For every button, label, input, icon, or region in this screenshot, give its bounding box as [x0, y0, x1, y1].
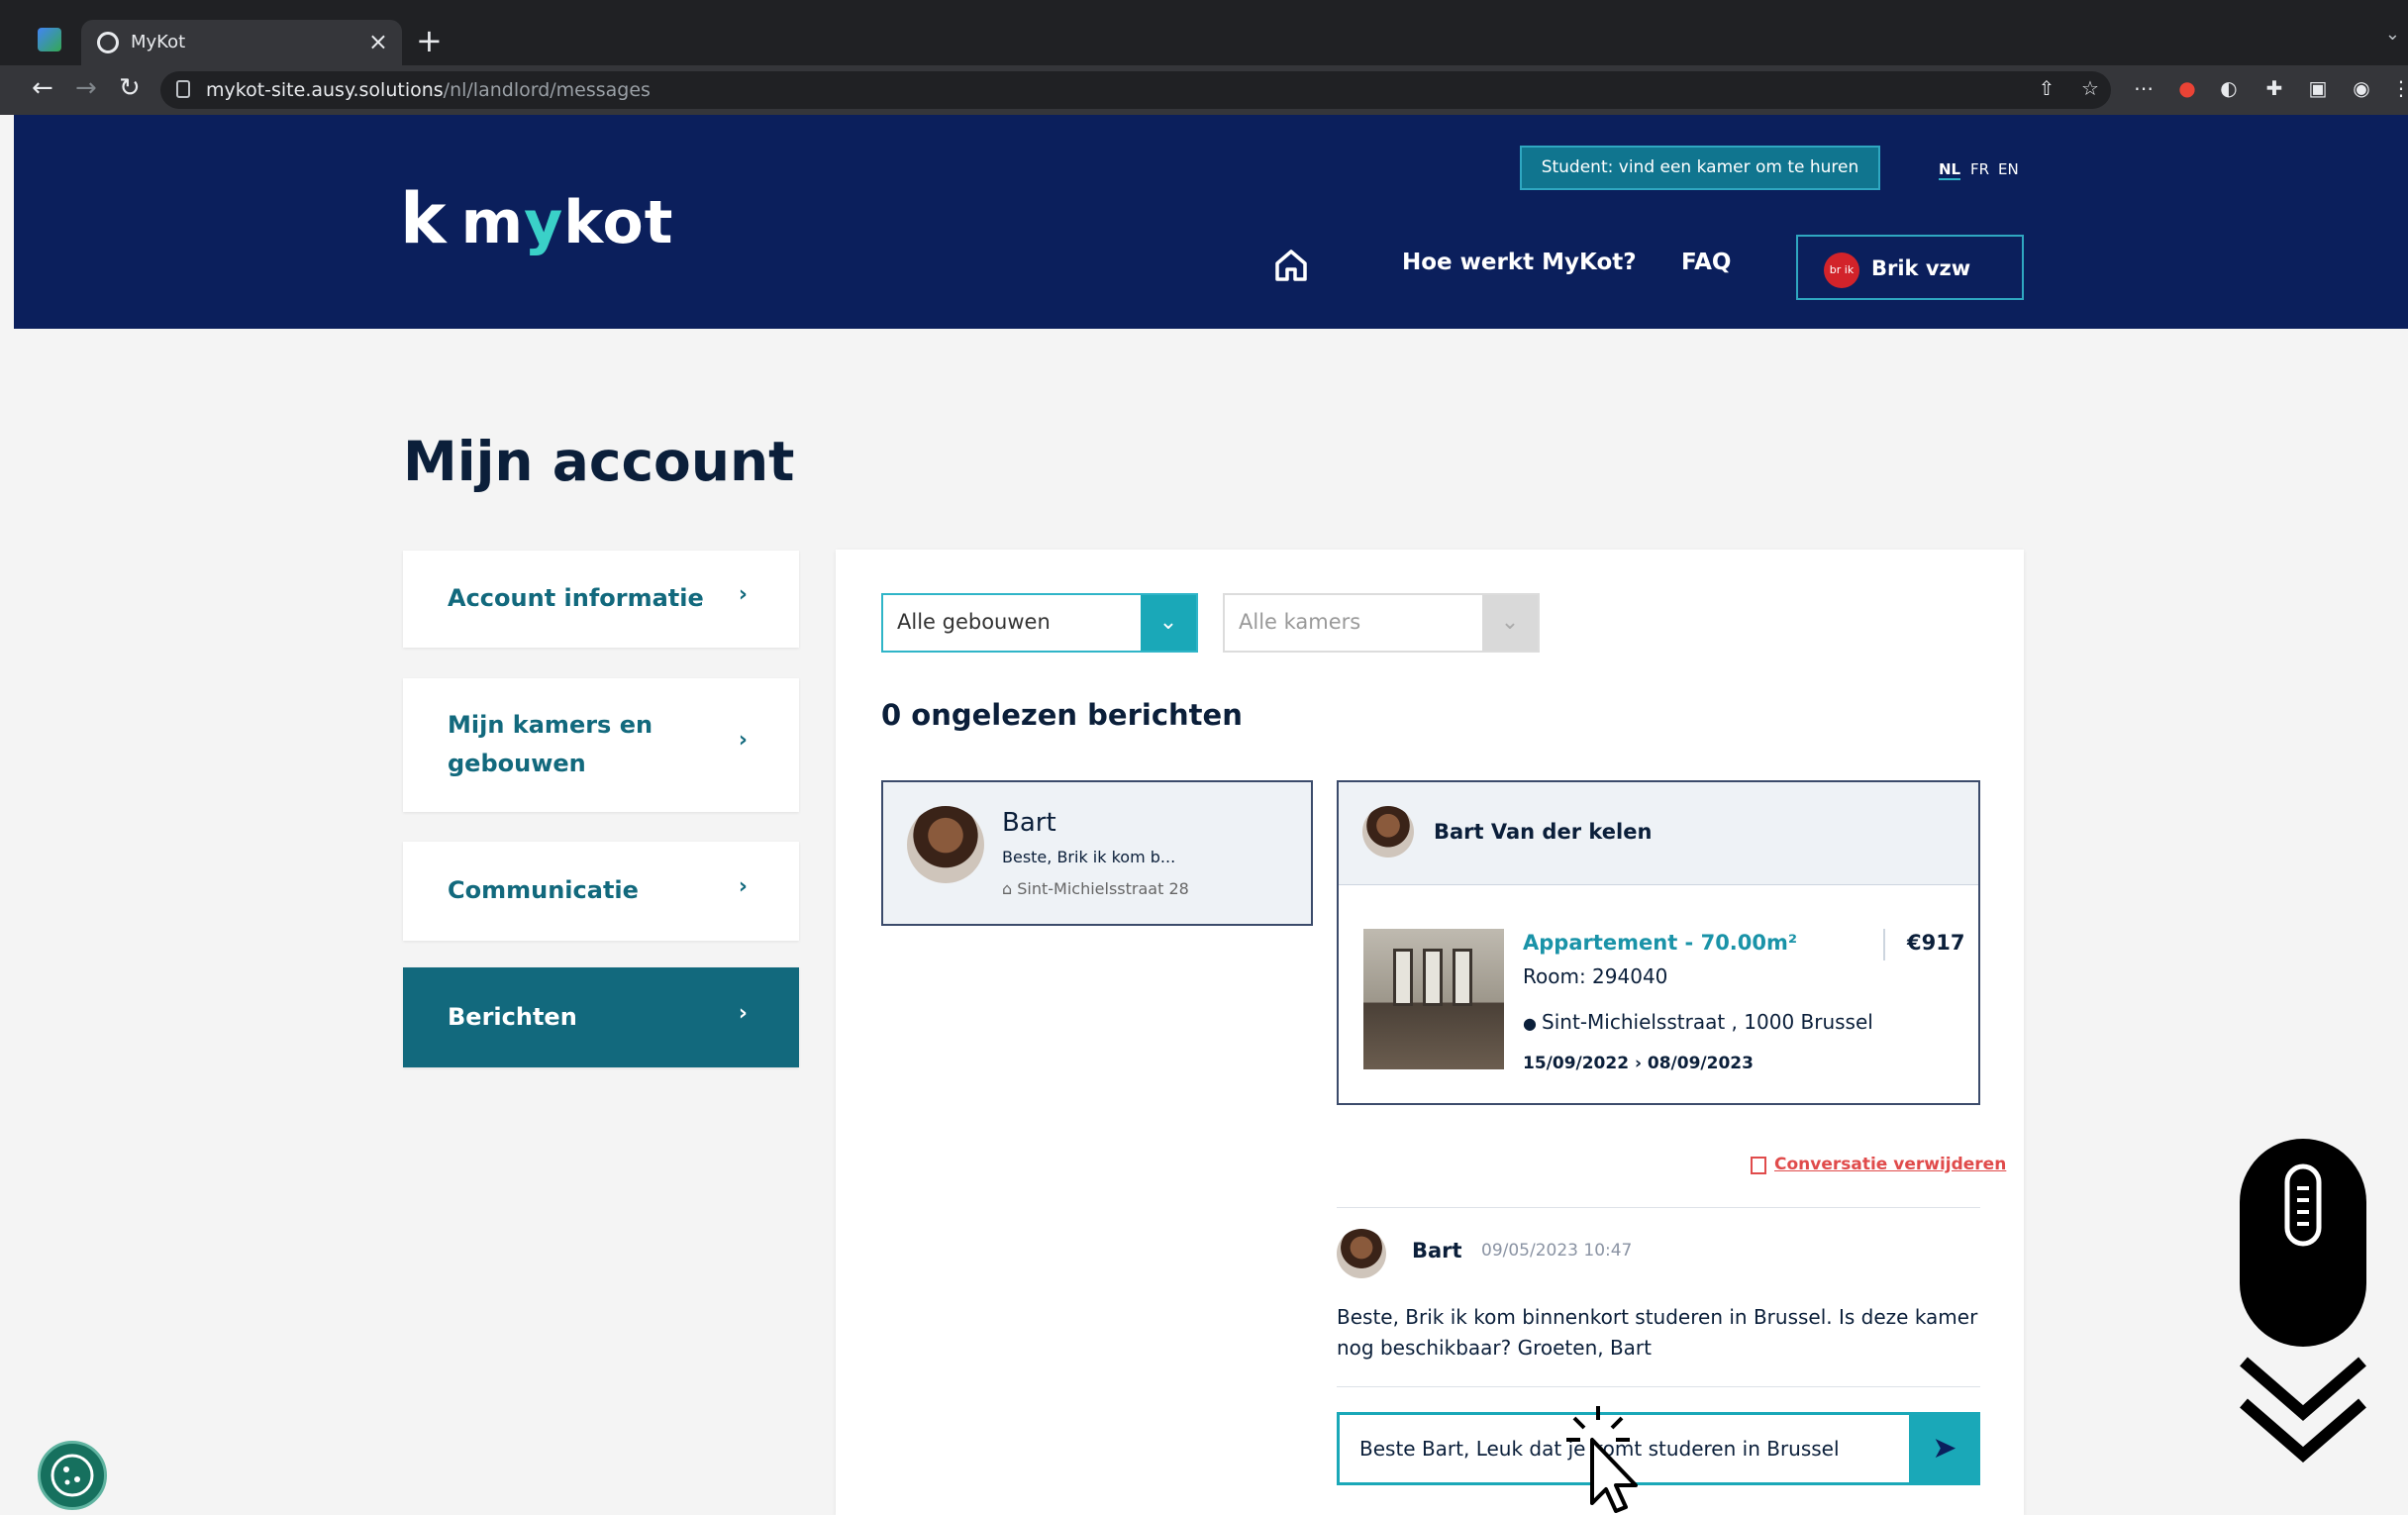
account-name: Brik vzw [1871, 256, 1971, 280]
nav-faq[interactable]: FAQ [1681, 250, 1731, 275]
room-type[interactable]: Appartement - 70.00m² [1523, 931, 1797, 955]
browser-tab[interactable]: MyKot × [81, 20, 402, 65]
browser-tab-bar: MyKot × + ⌄ [0, 0, 2408, 65]
conversation-detail-card: Bart Van der kelen Appartement - 70.00m²… [1337, 780, 1980, 1105]
messages-panel: Alle gebouwen ⌄ Alle kamers ⌄ 0 ongeleze… [836, 550, 2024, 1515]
apps-icon[interactable] [38, 28, 61, 51]
extension-record-icon[interactable]: ● [2176, 77, 2198, 99]
side-panel-icon[interactable]: ▣ [2307, 77, 2329, 99]
conversation-header: Bart Van der kelen [1339, 782, 1978, 885]
scroll-down-arrows-icon [2240, 1357, 2366, 1463]
rental-dates: 15/09/2022 › 08/09/2023 [1523, 1054, 1754, 1073]
cookie-settings-button[interactable] [38, 1441, 107, 1510]
avatar [1337, 1229, 1386, 1278]
browser-menu-icon[interactable]: ⋮ [2390, 77, 2408, 99]
mykot-logo[interactable]: k mykot [400, 178, 673, 259]
room-address: ● Sint-Michielsstraat , 1000 Brussel [1523, 1010, 1873, 1034]
extensions-puzzle-icon[interactable]: ✚ [2263, 77, 2285, 99]
chevron-right-icon: › [738, 728, 748, 753]
close-tab-icon[interactable]: × [368, 28, 388, 55]
sidebar-item-rooms-buildings[interactable]: Mijn kamers en gebouwen › [403, 678, 799, 812]
back-icon[interactable]: ← [32, 73, 53, 103]
sidebar-item-label: Berichten [448, 1003, 577, 1031]
new-tab-icon[interactable]: + [416, 22, 443, 59]
sidebar-item-messages[interactable]: Berichten › [403, 967, 799, 1067]
extension-dots-icon[interactable]: ⋯ [2133, 77, 2155, 99]
student-cta-button[interactable]: Student: vind een kamer om te huren [1520, 146, 1880, 190]
room-id: Room: 294040 [1523, 964, 1668, 988]
address-bar[interactable]: mykot-site.ausy.solutions/nl/landlord/me… [160, 71, 2111, 109]
mouse-cursor-icon [1566, 1406, 1638, 1513]
unread-count: 0 ongelezen berichten [881, 698, 1243, 732]
building-filter-value: Alle gebouwen [897, 610, 1051, 634]
trash-icon[interactable] [1751, 1157, 1766, 1174]
delete-conversation-link[interactable]: Conversatie verwijderen [1774, 1155, 2006, 1174]
chevron-down-icon[interactable]: ⌄ [1482, 595, 1538, 651]
lang-en[interactable]: EN [1998, 160, 2019, 178]
page-title: Mijn account [403, 430, 795, 493]
browser-toolbar: ← → ↻ mykot-site.ausy.solutions/nl/landl… [0, 65, 2408, 115]
avatar [1362, 806, 1414, 858]
room-price: €917 [1907, 931, 1965, 955]
mouse-scroll-icon [2240, 1139, 2366, 1347]
extension-moon-icon[interactable]: ◐ [2218, 77, 2240, 99]
lock-icon [176, 80, 190, 98]
bookmark-star-icon[interactable]: ☆ [2079, 77, 2101, 99]
home-icon[interactable] [1273, 248, 1309, 283]
sidebar-item-account-info[interactable]: Account informatie › [403, 551, 799, 648]
share-icon[interactable]: ⇧ [2036, 77, 2057, 99]
chevron-right-icon: › [738, 582, 748, 607]
chevron-right-icon: › [738, 874, 748, 899]
send-button[interactable]: ➤ [1909, 1412, 1980, 1485]
conversation-address: ⌂ Sint-Michielsstraat 28 [1002, 879, 1189, 898]
message-sender: Bart [1412, 1239, 1462, 1262]
profile-avatar-icon[interactable]: ◉ [2351, 77, 2372, 99]
location-pin-icon: ● [1523, 1014, 1543, 1033]
lang-nl[interactable]: NL [1939, 160, 1961, 180]
sidebar-item-communication[interactable]: Communicatie › [403, 842, 799, 941]
brik-logo-avatar: br ik [1824, 252, 1859, 288]
chevron-down-icon[interactable]: ⌄ [1141, 595, 1196, 651]
divider [1337, 1207, 1980, 1208]
house-icon: ⌂ [1002, 879, 1018, 898]
chevron-right-icon: › [738, 1001, 748, 1026]
message-body: Beste, Brik ik kom binnenkort studeren i… [1337, 1305, 1978, 1360]
forward-icon[interactable]: → [75, 73, 97, 103]
tab-title: MyKot [131, 32, 186, 52]
sidebar-item-label: Communicatie [448, 876, 639, 904]
conversation-preview: Beste, Brik ik kom b... [1002, 848, 1176, 866]
room-photo[interactable] [1363, 929, 1504, 1069]
room-filter-select[interactable]: Alle kamers ⌄ [1223, 593, 1540, 653]
room-filter-value: Alle kamers [1239, 610, 1361, 634]
account-button[interactable]: br ik Brik vzw [1796, 235, 2024, 300]
conversation-list-item[interactable]: Bart Beste, Brik ik kom b... ⌂ Sint-Mich… [881, 780, 1313, 926]
send-arrow-icon: ➤ [1932, 1431, 1957, 1465]
sidebar-item-label: Mijn kamers en gebouwen [448, 711, 653, 777]
reload-icon[interactable]: ↻ [119, 73, 141, 103]
avatar [907, 806, 984, 883]
divider [1337, 1386, 1980, 1387]
lang-fr[interactable]: FR [1970, 160, 1989, 178]
conversation-name: Bart [1002, 808, 1056, 838]
url-text[interactable]: mykot-site.ausy.solutions/nl/landlord/me… [206, 79, 651, 101]
message-timestamp: 09/05/2023 10:47 [1481, 1241, 1633, 1261]
globe-icon [97, 32, 119, 53]
price-divider [1883, 929, 1885, 960]
building-filter-select[interactable]: Alle gebouwen ⌄ [881, 593, 1198, 653]
cookie-icon [50, 1454, 94, 1497]
site-header: k mykot Student: vind een kamer om te hur… [14, 115, 2408, 329]
contact-name: Bart Van der kelen [1434, 820, 1653, 844]
sidebar-item-label: Account informatie [448, 584, 704, 612]
tab-search-icon[interactable]: ⌄ [2385, 24, 2400, 45]
nav-how-it-works[interactable]: Hoe werkt MyKot? [1402, 250, 1637, 275]
